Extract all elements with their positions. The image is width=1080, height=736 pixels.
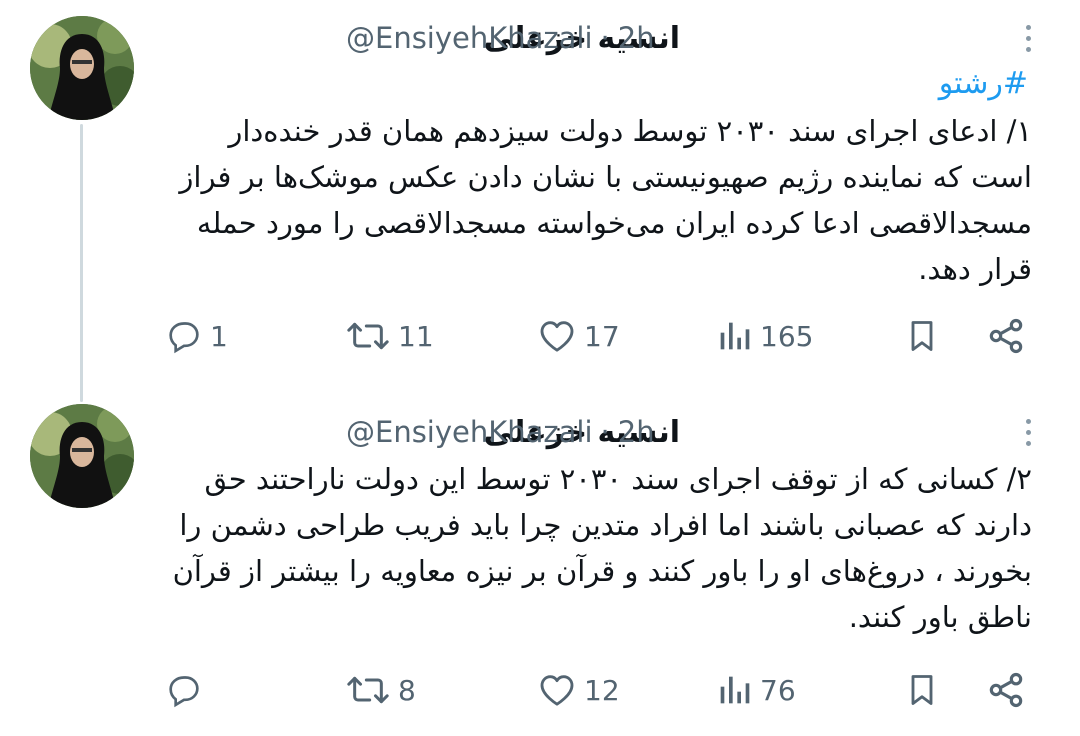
share-icon [989, 318, 1023, 354]
views-count: 76 [760, 673, 796, 707]
retweet-icon [347, 322, 389, 350]
reply-count: 1 [210, 319, 228, 353]
more-icon[interactable] [1016, 18, 1040, 58]
tweet[interactable]: انسیه خزعلی @EnsiyehKhazali · 2h #رشتو ۱… [0, 0, 1080, 392]
separator: · [600, 415, 610, 449]
more-icon[interactable] [1016, 412, 1040, 452]
tweet-text: ۲/ کسانی که از توقف اجرای سند ۲۰۳۰ توسط … [150, 456, 1032, 640]
tweet-text-line: است که نماینده رژیم صهیونیستی با نشان دا… [179, 160, 1032, 194]
share-button[interactable] [986, 670, 1026, 710]
reply-button[interactable]: 1 [164, 316, 228, 356]
handle[interactable]: @EnsiyehKhazali [346, 415, 593, 449]
retweet-count: 8 [398, 673, 416, 707]
reply-button[interactable] [164, 670, 210, 710]
views-button[interactable]: 76 [714, 670, 796, 710]
retweet-count: 11 [398, 319, 434, 353]
handle[interactable]: @EnsiyehKhazali [346, 21, 593, 55]
share-button[interactable] [986, 316, 1026, 356]
tweet-text-line: ۲/ کسانی که از توقف اجرای سند ۲۰۳۰ توسط … [204, 462, 1032, 496]
retweet-button[interactable]: 8 [344, 670, 416, 710]
bookmark-icon [911, 675, 933, 705]
tweet[interactable]: انسیه خزعلی @EnsiyehKhazali · 2h ۲/ کسان… [0, 392, 1080, 736]
tweet-text-line: ۱/ ادعای اجرای سند ۲۰۳۰ توسط دولت سیزدهم… [228, 114, 1032, 148]
tweet-text: ۱/ ادعای اجرای سند ۲۰۳۰ توسط دولت سیزدهم… [150, 108, 1032, 292]
tweet-text-line: قرار دهد. [918, 252, 1032, 286]
bookmark-button[interactable] [904, 670, 940, 710]
tweet-text-line: دارند که عصبانی باشند اما افراد متدین چر… [179, 508, 1032, 542]
views-icon [720, 322, 750, 350]
action-bar: 8 12 76 [0, 670, 1080, 710]
timestamp[interactable]: 2h [618, 21, 655, 55]
bookmark-icon [911, 321, 933, 351]
tweet-text-line: ناطق باور کنند. [848, 600, 1032, 634]
tweet-text-line: بخورند ، دروغ‌های او را باور کنند و قرآن… [172, 554, 1032, 588]
like-icon [540, 321, 574, 352]
bookmark-button[interactable] [904, 316, 940, 356]
tweet-text-line: مسجدالاقصی ادعا کرده ایران می‌خواسته مسج… [196, 206, 1032, 240]
reply-icon [169, 322, 199, 354]
share-icon [989, 672, 1023, 708]
like-button[interactable]: 17 [536, 316, 620, 356]
like-count: 17 [584, 319, 620, 353]
avatar[interactable] [30, 404, 134, 508]
avatar-image [30, 404, 134, 508]
tweet-meta: @EnsiyehKhazali · 2h [346, 16, 655, 60]
views-icon [720, 676, 750, 704]
like-button[interactable]: 12 [536, 670, 620, 710]
separator: · [600, 21, 610, 55]
action-bar: 1 11 17 165 [0, 316, 1080, 356]
hashtag-link[interactable]: #رشتو [939, 66, 1028, 101]
tweet-meta: @EnsiyehKhazali · 2h [346, 410, 655, 454]
like-icon [540, 675, 574, 706]
retweet-button[interactable]: 11 [344, 316, 434, 356]
like-count: 12 [584, 673, 620, 707]
avatar[interactable] [30, 16, 134, 120]
views-count: 165 [760, 319, 814, 353]
retweet-icon [347, 676, 389, 704]
reply-icon [169, 676, 199, 708]
timestamp[interactable]: 2h [618, 415, 655, 449]
avatar-image [30, 16, 134, 120]
views-button[interactable]: 165 [714, 316, 813, 356]
